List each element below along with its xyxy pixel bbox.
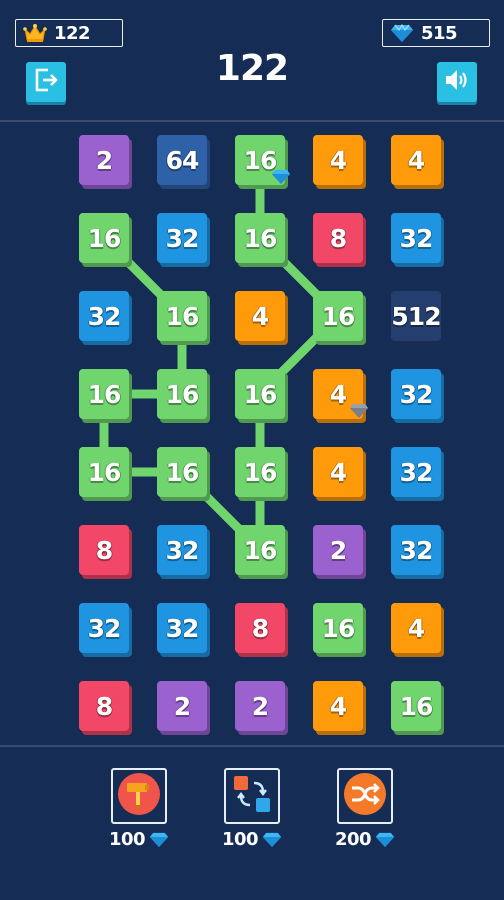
tile-r1-c4[interactable]: 4 (313, 135, 363, 185)
tile-value: 4 (251, 301, 269, 331)
hammer-icon (117, 772, 161, 820)
tile-value: 64 (165, 145, 200, 175)
tile-r6-c5[interactable]: 32 (391, 525, 441, 575)
tile-value: 32 (165, 223, 200, 253)
diamond-icon (149, 831, 169, 848)
tile-r7-c4[interactable]: 16 (313, 603, 363, 653)
tile-value: 16 (87, 379, 122, 409)
tile-r8-c4[interactable]: 4 (313, 681, 363, 731)
tile-r7-c3[interactable]: 8 (235, 603, 285, 653)
shuffle-price-value: 200 (334, 828, 372, 850)
tile-value: 2 (251, 691, 269, 721)
tile-r8-c1[interactable]: 8 (79, 681, 129, 731)
diamond-icon (262, 831, 282, 848)
tile-value: 32 (165, 535, 200, 565)
tile-r3-c1[interactable]: 32 (79, 291, 129, 341)
tile-r8-c2[interactable]: 2 (157, 681, 207, 731)
tile-r6-c4[interactable]: 2 (313, 525, 363, 575)
tile-value: 32 (399, 223, 434, 253)
tile-value: 4 (407, 145, 425, 175)
tile-value: 4 (329, 379, 347, 409)
swap-icon (230, 772, 274, 820)
diamond-icon (349, 396, 369, 425)
tile-r7-c1[interactable]: 32 (79, 603, 129, 653)
tile-r4-c1[interactable]: 16 (79, 369, 129, 419)
tile-r4-c2[interactable]: 16 (157, 369, 207, 419)
tile-value: 16 (399, 691, 434, 721)
tile-r5-c5[interactable]: 32 (391, 447, 441, 497)
tile-r3-c3[interactable]: 4 (235, 291, 285, 341)
tile-value: 16 (321, 301, 356, 331)
tile-value: 32 (165, 613, 200, 643)
hammer-price: 100 (94, 827, 184, 851)
tile-value: 16 (243, 379, 278, 409)
tile-r5-c3[interactable]: 16 (235, 447, 285, 497)
tile-r2-c2[interactable]: 32 (157, 213, 207, 263)
tile-r4-c5[interactable]: 32 (391, 369, 441, 419)
tile-value: 32 (87, 613, 122, 643)
tile-r2-c4[interactable]: 8 (313, 213, 363, 263)
tile-value: 4 (329, 691, 347, 721)
tile-value: 32 (87, 301, 122, 331)
tile-r2-c3[interactable]: 16 (235, 213, 285, 263)
tile-value: 4 (407, 613, 425, 643)
tile-r8-c3[interactable]: 2 (235, 681, 285, 731)
tile-r6-c2[interactable]: 32 (157, 525, 207, 575)
tile-r2-c5[interactable]: 32 (391, 213, 441, 263)
tile-value: 16 (243, 457, 278, 487)
tile-r4-c4[interactable]: 4 (313, 369, 369, 419)
tile-value: 16 (165, 457, 200, 487)
tile-value: 4 (329, 457, 347, 487)
tile-value: 2 (173, 691, 191, 721)
swap-price: 100 (207, 827, 297, 851)
tile-r3-c2[interactable]: 16 (157, 291, 207, 341)
tile-value: 16 (87, 457, 122, 487)
tile-value: 16 (87, 223, 122, 253)
tile-value: 512 (391, 301, 441, 331)
tile-r5-c4[interactable]: 4 (313, 447, 363, 497)
tile-value: 32 (399, 457, 434, 487)
tile-value: 8 (251, 613, 269, 643)
tile-r6-c1[interactable]: 8 (79, 525, 129, 575)
tile-value: 2 (329, 535, 347, 565)
game-board: 2 64 16 4 4 16 32 16 8 32 32 16 4 16 512 16 16 16 4 32 16 16 1… (0, 0, 504, 745)
footer-divider (0, 745, 504, 747)
hammer-tool-button[interactable] (111, 768, 167, 824)
tile-value: 8 (329, 223, 347, 253)
shuffle-price: 200 (320, 827, 410, 851)
tile-value: 4 (329, 145, 347, 175)
tile-r1-c3[interactable]: 16 (235, 135, 291, 185)
tile-r5-c2[interactable]: 16 (157, 447, 207, 497)
tile-r8-c5[interactable]: 16 (391, 681, 441, 731)
tile-value: 16 (243, 535, 278, 565)
tile-value: 16 (165, 379, 200, 409)
tile-r2-c1[interactable]: 16 (79, 213, 129, 263)
tile-r3-c4[interactable]: 16 (313, 291, 363, 341)
tile-r7-c5[interactable]: 4 (391, 603, 441, 653)
tile-r1-c2[interactable]: 64 (157, 135, 207, 185)
tile-value: 8 (95, 535, 113, 565)
diamond-icon (375, 831, 395, 848)
tile-r7-c2[interactable]: 32 (157, 603, 207, 653)
shuffle-tool-button[interactable] (337, 768, 393, 824)
tile-value: 32 (399, 535, 434, 565)
tile-r5-c1[interactable]: 16 (79, 447, 129, 497)
tile-r1-c5[interactable]: 4 (391, 135, 441, 185)
tile-value: 8 (95, 691, 113, 721)
tile-value: 16 (165, 301, 200, 331)
tile-value: 32 (399, 379, 434, 409)
tile-value: 16 (321, 613, 356, 643)
tile-r4-c3[interactable]: 16 (235, 369, 285, 419)
tile-r6-c3[interactable]: 16 (235, 525, 285, 575)
swap-tool-button[interactable] (224, 768, 280, 824)
tile-r3-c5[interactable]: 512 (391, 291, 442, 341)
shuffle-icon (343, 772, 387, 820)
tile-value: 16 (243, 223, 278, 253)
diamond-icon (271, 162, 291, 191)
swap-price-value: 100 (221, 828, 259, 850)
hammer-price-value: 100 (108, 828, 146, 850)
tile-value: 2 (95, 145, 113, 175)
tile-r1-c1[interactable]: 2 (79, 135, 129, 185)
